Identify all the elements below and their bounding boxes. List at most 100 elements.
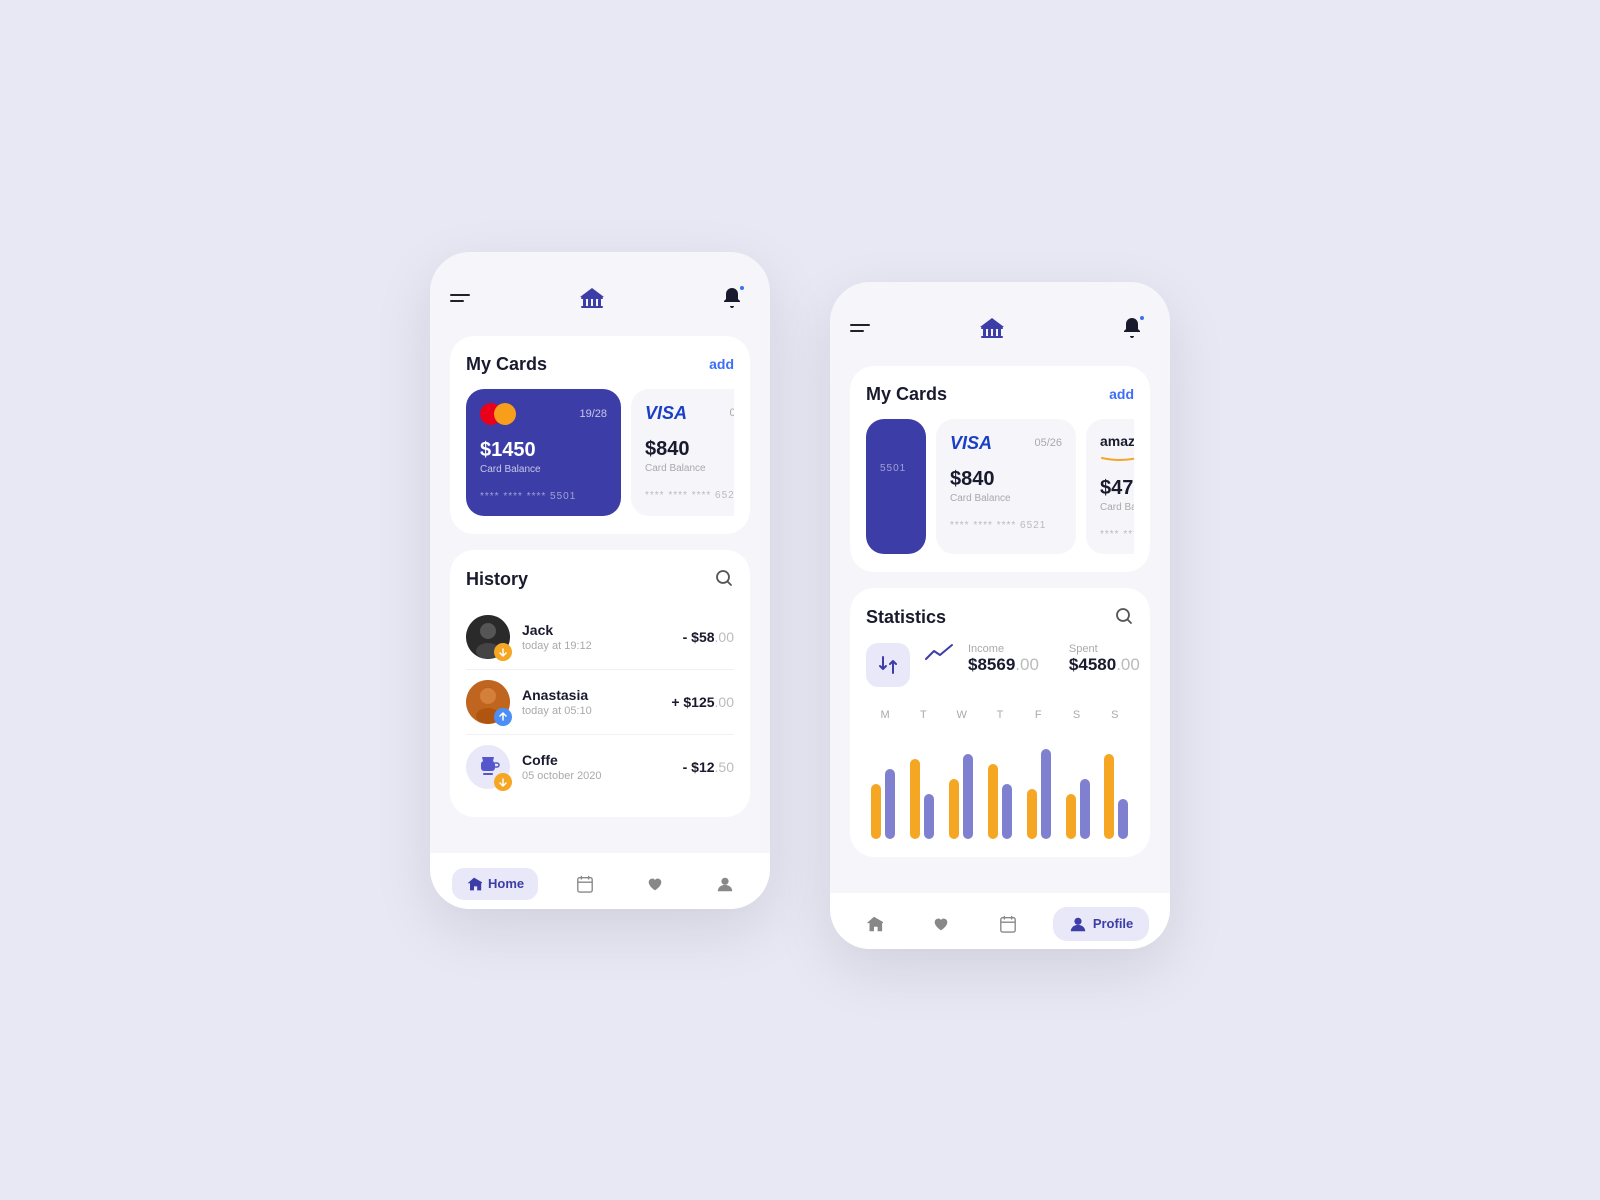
- history-item-anastasia: Anastasia today at 05:10 + $125.00: [466, 670, 734, 735]
- phone2-visa-logo: VISA: [950, 433, 992, 454]
- stats-top-area: Income $8569.00 Spent $4580.00: [866, 643, 1134, 687]
- bar-group-m: [871, 769, 895, 839]
- coffe-time: 05 october 2020: [522, 770, 671, 782]
- phone2-notification-bell[interactable]: [1114, 310, 1150, 346]
- phone2-card-amazon[interactable]: amazon 12/25 $479 Card Balance **** ****…: [1086, 419, 1134, 554]
- history-title: History: [466, 569, 528, 590]
- card-blue[interactable]: 19/28 $1450 Card Balance **** **** **** …: [466, 389, 621, 516]
- phone2-nav-profile-button[interactable]: Profile: [1053, 907, 1149, 941]
- phone2-amazon-logo: amazon: [1100, 433, 1134, 467]
- phone2-card-amount-3: $479: [1100, 477, 1134, 500]
- phone2-cards-header: My Cards add: [866, 384, 1134, 405]
- nav-calendar-button[interactable]: [562, 867, 608, 901]
- card-partial-number: 5501: [880, 463, 912, 474]
- spent-col: Spent $4580.00: [1069, 643, 1140, 675]
- day-w: W: [947, 709, 977, 721]
- card-blue-partial: 5501: [866, 419, 926, 554]
- phone-1: My Cards add 19/28: [430, 252, 770, 909]
- phone2-header: [850, 310, 1150, 346]
- card-number-2: **** **** **** 6521: [645, 490, 734, 501]
- phone2-nav-calendar-button[interactable]: [985, 907, 1031, 941]
- phone2-card-number-2: **** **** **** 6521: [950, 520, 1062, 531]
- phone2-menu-icon[interactable]: [850, 324, 870, 332]
- card-amount-1: $1450: [480, 439, 607, 462]
- card-date-1: 19/28: [579, 408, 607, 420]
- visa-logo: VISA: [645, 403, 687, 424]
- day-s2: S: [1100, 709, 1130, 721]
- phone-2: My Cards add 5501 VISA 05/26: [830, 282, 1170, 949]
- income-label: Income: [968, 643, 1039, 655]
- arrow-down-badge: [494, 643, 512, 661]
- mastercard-logo: [480, 403, 516, 425]
- income-col: Income $8569.00: [968, 643, 1039, 675]
- day-t2: T: [985, 709, 1015, 721]
- chart-days: M T W T F S S: [866, 709, 1134, 721]
- stats-values: Income $8569.00 Spent $4580.00: [968, 643, 1140, 675]
- avatar-jack: [466, 615, 510, 659]
- phone2-card-balance-2: Card Balance: [950, 493, 1062, 504]
- history-section: History: [450, 550, 750, 817]
- stats-search-button[interactable]: [1114, 606, 1134, 629]
- nav-heart-button[interactable]: [632, 867, 678, 901]
- bar-t1-orange: [910, 759, 920, 839]
- bar-t1-blue: [924, 794, 934, 839]
- history-search-button[interactable]: [714, 568, 734, 591]
- bar-s1-orange: [1066, 794, 1076, 839]
- nav-home-button[interactable]: Home: [452, 868, 538, 900]
- cards-section: My Cards add 19/28: [450, 336, 750, 534]
- day-m: M: [870, 709, 900, 721]
- phone2-nav-home-button[interactable]: [851, 907, 897, 941]
- history-header: History: [466, 568, 734, 591]
- notification-bell[interactable]: [714, 280, 750, 316]
- chart-bars: [866, 729, 1134, 839]
- phone2-card-visa[interactable]: VISA 05/26 $840 Card Balance **** **** *…: [936, 419, 1076, 554]
- nav-home-label: Home: [488, 876, 524, 891]
- bar-group-t2: [988, 764, 1012, 839]
- phone1-bottom-nav: Home: [430, 853, 770, 909]
- income-amount: $8569.00: [968, 655, 1039, 675]
- phone2-nav-heart-button[interactable]: [918, 907, 964, 941]
- card-amount-2: $840: [645, 438, 734, 461]
- cards-title: My Cards: [466, 354, 547, 375]
- card-balance-label-1: Card Balance: [480, 464, 607, 475]
- phone2-add-card-button[interactable]: add: [1109, 386, 1134, 402]
- jack-name: Jack: [522, 622, 671, 638]
- card-visa[interactable]: VISA 05/26 $840 Card Balance **** **** *…: [631, 389, 734, 516]
- jack-amount: - $58.00: [683, 629, 734, 645]
- menu-icon[interactable]: [450, 294, 470, 302]
- bar-group-w: [949, 754, 973, 839]
- bar-m-orange: [871, 784, 881, 839]
- phone2-card-date-2: 05/26: [1034, 437, 1062, 449]
- chart-area: M T W T F S S: [866, 705, 1134, 839]
- bar-s2-orange: [1104, 754, 1114, 839]
- notification-dot: [738, 284, 746, 292]
- bank-icon: [574, 280, 610, 316]
- spent-amount: $4580.00: [1069, 655, 1140, 675]
- coffe-info: Coffe 05 october 2020: [522, 752, 671, 782]
- phone2-card-balance-3: Card Balance: [1100, 502, 1134, 513]
- anastasia-time: today at 05:10: [522, 705, 659, 717]
- jack-time: today at 19:12: [522, 640, 671, 652]
- phone2-card-number-3: **** **** **** 6101: [1100, 529, 1134, 540]
- add-card-button[interactable]: add: [709, 356, 734, 372]
- day-t1: T: [908, 709, 938, 721]
- anastasia-name: Anastasia: [522, 687, 659, 703]
- stats-title: Statistics: [866, 607, 946, 628]
- day-f: F: [1023, 709, 1053, 721]
- history-item-jack: Jack today at 19:12 - $58.00: [466, 605, 734, 670]
- avatar-coffe: [466, 745, 510, 789]
- stats-transfer-icon: [866, 643, 910, 687]
- card-balance-label-2: Card Balance: [645, 463, 734, 474]
- phone1-header: [450, 280, 750, 316]
- phone2-cards-section: My Cards add 5501 VISA 05/26: [850, 366, 1150, 572]
- bar-group-s2: [1104, 754, 1128, 839]
- stats-header: Statistics: [866, 606, 1134, 629]
- coffe-amount: - $12.50: [683, 759, 734, 775]
- profile-nav-label: Profile: [1093, 916, 1133, 931]
- nav-profile-button[interactable]: [702, 867, 748, 901]
- spent-label: Spent: [1069, 643, 1140, 655]
- phone2-cards-carousel: 5501 VISA 05/26 $840 Card Balance: [866, 419, 1134, 554]
- phones-container: My Cards add 19/28: [430, 192, 1170, 1009]
- bar-w-orange: [949, 779, 959, 839]
- bar-s1-blue: [1080, 779, 1090, 839]
